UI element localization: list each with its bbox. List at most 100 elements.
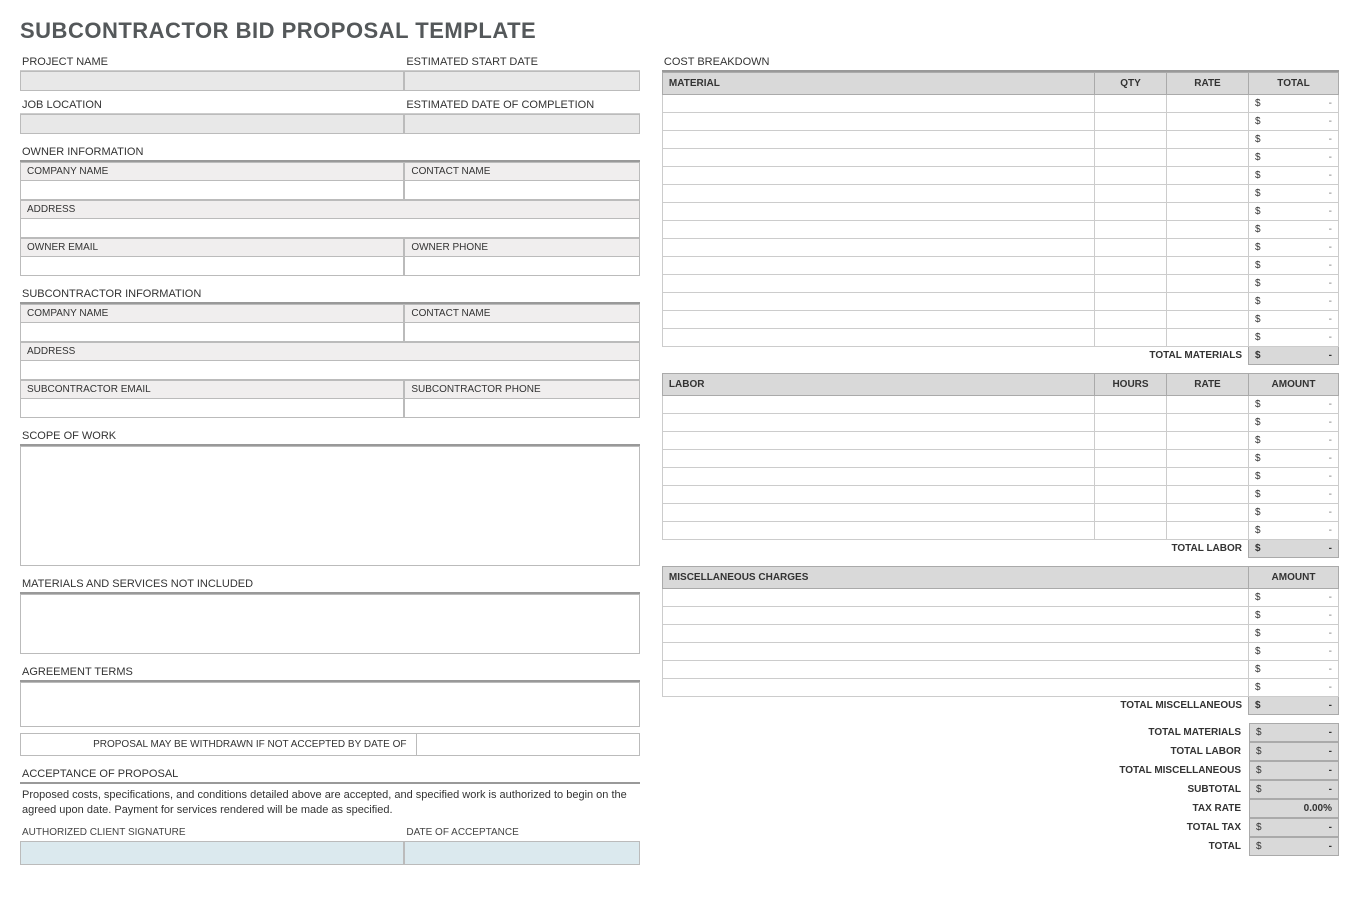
- material-rate-cell[interactable]: [1167, 329, 1249, 347]
- material-qty-cell[interactable]: [1095, 239, 1167, 257]
- material-qty-cell[interactable]: [1095, 95, 1167, 113]
- misc-cell[interactable]: [662, 679, 1248, 697]
- scope-input[interactable]: [20, 446, 640, 566]
- labor-cell[interactable]: [662, 432, 1094, 450]
- labor-rate-cell[interactable]: [1167, 414, 1249, 432]
- labor-hours-cell[interactable]: [1095, 396, 1167, 414]
- labor-rate-cell[interactable]: [1167, 486, 1249, 504]
- misc-cell[interactable]: [662, 589, 1248, 607]
- misc-amount-cell: $-: [1249, 625, 1339, 643]
- material-qty-cell[interactable]: [1095, 167, 1167, 185]
- material-qty-cell[interactable]: [1095, 203, 1167, 221]
- sub-address-input[interactable]: [20, 360, 640, 380]
- material-qty-cell[interactable]: [1095, 221, 1167, 239]
- owner-contact-input[interactable]: [404, 180, 640, 200]
- material-rate-cell[interactable]: [1167, 275, 1249, 293]
- labor-cell[interactable]: [662, 414, 1094, 432]
- material-qty-cell[interactable]: [1095, 293, 1167, 311]
- misc-amount-cell: $-: [1249, 607, 1339, 625]
- material-qty-cell[interactable]: [1095, 257, 1167, 275]
- material-qty-cell[interactable]: [1095, 185, 1167, 203]
- material-cell[interactable]: [662, 311, 1094, 329]
- labor-rate-cell[interactable]: [1167, 432, 1249, 450]
- sub-company-input[interactable]: [20, 322, 404, 342]
- labor-hours-cell[interactable]: [1095, 522, 1167, 540]
- sub-phone-input[interactable]: [404, 398, 640, 418]
- sub-email-input[interactable]: [20, 398, 404, 418]
- material-cell[interactable]: [662, 329, 1094, 347]
- job-location-label: JOB LOCATION: [20, 95, 404, 114]
- owner-address-input[interactable]: [20, 218, 640, 238]
- labor-hours-cell[interactable]: [1095, 486, 1167, 504]
- misc-cell[interactable]: [662, 643, 1248, 661]
- material-rate-cell[interactable]: [1167, 293, 1249, 311]
- not-included-input[interactable]: [20, 594, 640, 654]
- signature-input[interactable]: [20, 841, 404, 865]
- material-cell[interactable]: [662, 185, 1094, 203]
- material-rate-cell[interactable]: [1167, 113, 1249, 131]
- estimated-start-input[interactable]: [404, 71, 640, 91]
- material-cell[interactable]: [662, 293, 1094, 311]
- material-cell[interactable]: [662, 113, 1094, 131]
- labor-hours-cell[interactable]: [1095, 468, 1167, 486]
- job-location-input[interactable]: [20, 114, 404, 134]
- labor-cell[interactable]: [662, 468, 1094, 486]
- misc-cell[interactable]: [662, 625, 1248, 643]
- material-cell[interactable]: [662, 167, 1094, 185]
- material-qty-cell[interactable]: [1095, 311, 1167, 329]
- material-qty-cell[interactable]: [1095, 113, 1167, 131]
- material-cell[interactable]: [662, 275, 1094, 293]
- material-cell[interactable]: [662, 203, 1094, 221]
- material-qty-cell[interactable]: [1095, 329, 1167, 347]
- material-cell[interactable]: [662, 149, 1094, 167]
- labor-table: LABOR HOURS RATE AMOUNT $-$-$-$-$-$-$-$-…: [662, 373, 1339, 558]
- labor-cell[interactable]: [662, 486, 1094, 504]
- material-rate-cell[interactable]: [1167, 167, 1249, 185]
- labor-cell[interactable]: [662, 522, 1094, 540]
- labor-rate-cell[interactable]: [1167, 522, 1249, 540]
- withdraw-date-input[interactable]: [416, 734, 638, 755]
- material-qty-cell[interactable]: [1095, 275, 1167, 293]
- labor-cell[interactable]: [662, 504, 1094, 522]
- labor-rate-cell[interactable]: [1167, 468, 1249, 486]
- sub-contact-input[interactable]: [404, 322, 640, 342]
- material-qty-cell[interactable]: [1095, 131, 1167, 149]
- material-rate-cell[interactable]: [1167, 257, 1249, 275]
- labor-rate-cell[interactable]: [1167, 450, 1249, 468]
- material-rate-cell[interactable]: [1167, 311, 1249, 329]
- labor-hours-cell[interactable]: [1095, 432, 1167, 450]
- totals-value: 0.00%: [1249, 799, 1339, 818]
- material-rate-cell[interactable]: [1167, 131, 1249, 149]
- material-rate-cell[interactable]: [1167, 203, 1249, 221]
- material-cell[interactable]: [662, 95, 1094, 113]
- owner-phone-input[interactable]: [404, 256, 640, 276]
- material-rate-cell[interactable]: [1167, 239, 1249, 257]
- agreement-input[interactable]: [20, 682, 640, 727]
- labor-hours-cell[interactable]: [1095, 504, 1167, 522]
- material-cell[interactable]: [662, 239, 1094, 257]
- estimated-completion-input[interactable]: [404, 114, 640, 134]
- owner-company-input[interactable]: [20, 180, 404, 200]
- totals-label: TOTAL MATERIALS: [1069, 723, 1249, 742]
- material-total-cell: $-: [1249, 311, 1339, 329]
- misc-cell[interactable]: [662, 607, 1248, 625]
- material-cell[interactable]: [662, 221, 1094, 239]
- labor-rate-cell[interactable]: [1167, 504, 1249, 522]
- material-cell[interactable]: [662, 131, 1094, 149]
- material-rate-cell[interactable]: [1167, 221, 1249, 239]
- date-acceptance-input[interactable]: [404, 841, 640, 865]
- misc-cell[interactable]: [662, 661, 1248, 679]
- labor-cell[interactable]: [662, 450, 1094, 468]
- material-rate-cell[interactable]: [1167, 185, 1249, 203]
- owner-email-input[interactable]: [20, 256, 404, 276]
- material-qty-cell[interactable]: [1095, 149, 1167, 167]
- labor-hours-cell[interactable]: [1095, 450, 1167, 468]
- labor-hours-cell[interactable]: [1095, 414, 1167, 432]
- material-rate-cell[interactable]: [1167, 95, 1249, 113]
- labor-cell[interactable]: [662, 396, 1094, 414]
- project-name-input[interactable]: [20, 71, 404, 91]
- material-cell[interactable]: [662, 257, 1094, 275]
- material-rate-cell[interactable]: [1167, 149, 1249, 167]
- labor-rate-cell[interactable]: [1167, 396, 1249, 414]
- page-title: SUBCONTRACTOR BID PROPOSAL TEMPLATE: [20, 18, 1339, 44]
